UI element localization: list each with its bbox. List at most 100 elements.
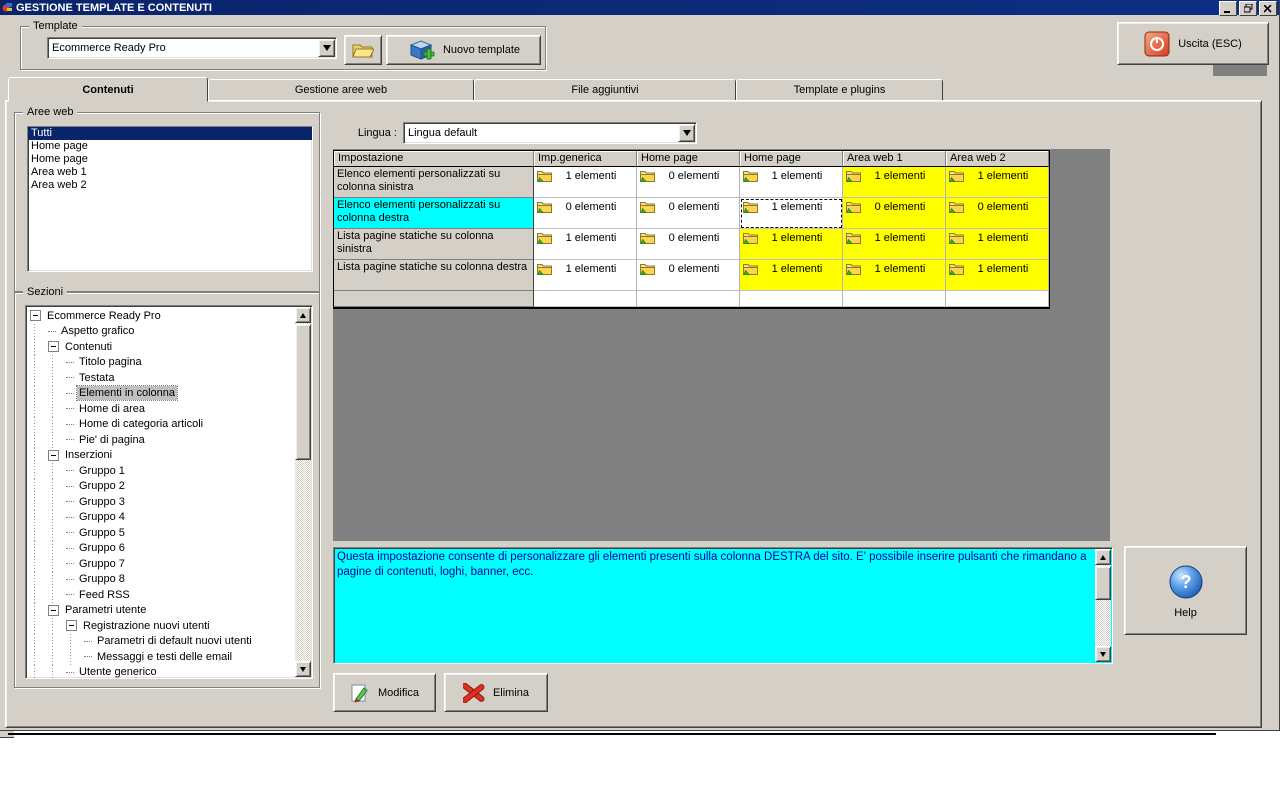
tree-item[interactable]: Gruppo 7 — [77, 557, 127, 571]
tree-item[interactable]: Inserzioni — [63, 448, 114, 462]
setting-label-cell[interactable]: Lista pagine statiche su colonna sinistr… — [334, 229, 534, 260]
aree-web-item[interactable]: Home page — [28, 153, 312, 166]
aree-web-listbox[interactable]: Tutti Home page Home page Area web 1 Area we… — [27, 126, 313, 272]
scroll-down-icon[interactable] — [295, 661, 311, 677]
minimize-button[interactable] — [1219, 1, 1237, 16]
setting-value-cell[interactable]: 0 elementi — [637, 198, 740, 229]
tree-row: Gruppo 8 — [30, 571, 296, 587]
tab-contenuti[interactable]: Contenuti — [8, 77, 208, 102]
setting-value-cell[interactable]: 1 elementi — [946, 229, 1049, 260]
setting-label-cell[interactable]: Elenco elementi personalizzati su colonn… — [334, 198, 534, 229]
table-column-header[interactable]: Home page — [740, 151, 843, 167]
exit-button[interactable]: Uscita (ESC) — [1117, 22, 1269, 65]
tree-collapse-icon[interactable] — [48, 604, 59, 616]
template-combobox[interactable]: Ecommerce Ready Pro — [47, 37, 337, 59]
tree-collapse-icon[interactable] — [66, 620, 77, 632]
template-combobox-arrow[interactable] — [318, 39, 335, 57]
tree-item[interactable]: Gruppo 3 — [77, 495, 127, 509]
setting-value-cell[interactable]: 1 elementi — [946, 260, 1049, 291]
tree-item[interactable]: Gruppo 2 — [77, 479, 127, 493]
tree-item[interactable]: Utente generico — [77, 665, 159, 678]
tree-item[interactable]: Titolo pagina — [77, 355, 144, 369]
tree-item[interactable]: Testata — [77, 371, 116, 385]
tree-row: Feed RSS — [30, 587, 296, 603]
setting-value-cell[interactable]: 1 elementi — [534, 167, 637, 198]
setting-value-cell[interactable]: 1 elementi — [740, 167, 843, 198]
lingua-combobox[interactable]: Lingua default — [403, 122, 697, 144]
setting-value-cell[interactable]: 0 elementi — [946, 198, 1049, 229]
tree-item[interactable]: Parametri utente — [63, 603, 148, 617]
setting-value-cell[interactable]: 0 elementi — [637, 167, 740, 198]
table-column-header[interactable]: Home page — [637, 151, 740, 167]
tree-collapse-icon[interactable] — [48, 449, 59, 461]
tree-item[interactable]: Messaggi e testi delle email — [95, 650, 234, 664]
tree-item[interactable]: Parametri di default nuovi utenti — [95, 634, 254, 648]
modifica-button[interactable]: Modifica — [333, 673, 436, 712]
close-button[interactable] — [1259, 1, 1277, 16]
tree-item[interactable]: Gruppo 4 — [77, 510, 127, 524]
tree-item[interactable]: Registrazione nuovi utenti — [81, 619, 212, 633]
table-column-header[interactable]: Area web 2 — [946, 151, 1049, 167]
aree-web-item[interactable]: Area web 2 — [28, 179, 312, 192]
tree-guide — [66, 649, 84, 665]
setting-value-cell[interactable]: 0 elementi — [637, 260, 740, 291]
restore-button[interactable] — [1239, 1, 1257, 16]
setting-value-cell[interactable]: 1 elementi — [843, 167, 946, 198]
tab-gestione-aree-web[interactable]: Gestione aree web — [208, 79, 474, 101]
tree-scrollbar[interactable] — [295, 307, 311, 677]
tree-collapse-icon[interactable] — [48, 341, 59, 353]
table-column-header[interactable]: Imp.generica — [534, 151, 637, 167]
lingua-combobox-arrow[interactable] — [678, 124, 695, 142]
tree-item[interactable]: Home di area — [77, 402, 147, 416]
setting-label-cell[interactable]: Lista pagine statiche su colonna destra — [334, 260, 534, 291]
tree-item[interactable]: Pie' di pagina — [77, 433, 147, 447]
open-folder-icon — [352, 41, 374, 59]
table-column-header[interactable]: Impostazione — [334, 151, 534, 167]
tab-label: Template e plugins — [793, 84, 886, 96]
tree-item[interactable]: Home di categoria articoli — [77, 417, 205, 431]
tree-item[interactable]: Gruppo 1 — [77, 464, 127, 478]
tree-guide — [30, 416, 48, 432]
browse-template-button[interactable] — [344, 35, 382, 65]
impostazioni-table[interactable]: Impostazione Imp.generica Home page Home pa… — [333, 150, 1050, 309]
setting-value-cell[interactable]: 1 elementi — [946, 167, 1049, 198]
setting-value-cell[interactable]: 1 elementi — [534, 229, 637, 260]
new-template-button[interactable]: Nuovo template — [386, 35, 541, 65]
tree-scrollbar-thumb[interactable] — [295, 324, 311, 460]
description-scrollbar-thumb[interactable] — [1095, 566, 1111, 600]
setting-label-cell[interactable]: Elenco elementi personalizzati su colonn… — [334, 167, 534, 198]
tree-item[interactable]: Aspetto grafico — [59, 324, 136, 338]
scroll-down-icon[interactable] — [1095, 646, 1111, 662]
tree-item[interactable]: Feed RSS — [77, 588, 132, 602]
description-scrollbar[interactable] — [1095, 549, 1111, 662]
tree-item[interactable]: Gruppo 6 — [77, 541, 127, 555]
elimina-button[interactable]: Elimina — [444, 673, 548, 712]
tree-item[interactable]: Elementi in colonna — [75, 385, 179, 402]
setting-value-cell[interactable]: 0 elementi — [534, 198, 637, 229]
tab-file-aggiuntivi[interactable]: File aggiuntivi — [474, 79, 736, 101]
folder-icon — [743, 262, 758, 279]
tree-collapse-icon[interactable] — [30, 310, 41, 322]
tree-item[interactable]: Ecommerce Ready Pro — [45, 309, 163, 323]
tree-item[interactable]: Contenuti — [63, 340, 114, 354]
setting-value-cell[interactable]: 1 elementi — [740, 229, 843, 260]
tree-item[interactable]: Gruppo 5 — [77, 526, 127, 540]
aree-web-item[interactable]: Home page — [28, 140, 312, 153]
aree-web-item[interactable]: Tutti — [28, 127, 312, 140]
setting-value-cell[interactable]: 1 elementi — [740, 198, 843, 229]
scroll-up-icon[interactable] — [1095, 549, 1111, 565]
aree-web-item[interactable]: Area web 1 — [28, 166, 312, 179]
setting-value-cell[interactable]: 1 elementi — [843, 260, 946, 291]
scroll-up-icon[interactable] — [295, 307, 311, 323]
help-button[interactable]: ? Help — [1124, 546, 1247, 635]
tree-guide — [30, 401, 48, 417]
tab-template-e-plugins[interactable]: Template e plugins — [736, 79, 943, 101]
sezioni-tree[interactable]: Ecommerce Ready Pro Aspetto grafico Conten… — [25, 305, 313, 679]
setting-value-cell[interactable]: 1 elementi — [740, 260, 843, 291]
setting-value-cell[interactable]: 1 elementi — [843, 229, 946, 260]
tree-item[interactable]: Gruppo 8 — [77, 572, 127, 586]
setting-value-cell[interactable]: 1 elementi — [534, 260, 637, 291]
setting-value-cell[interactable]: 0 elementi — [843, 198, 946, 229]
table-column-header[interactable]: Area web 1 — [843, 151, 946, 167]
setting-value-cell[interactable]: 0 elementi — [637, 229, 740, 260]
